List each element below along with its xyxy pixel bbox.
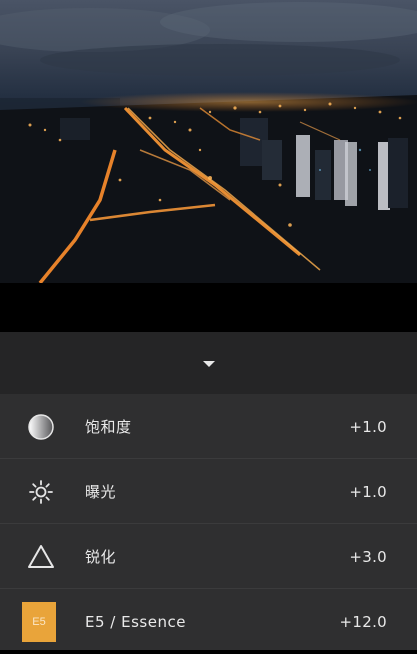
exposure-icon [26, 477, 56, 507]
adjustment-value: +12.0 [339, 612, 387, 631]
adjustment-row-exposure[interactable]: 曝光 +1.0 [0, 459, 417, 524]
sharpen-icon [26, 542, 56, 572]
photo-preview [0, 0, 417, 283]
adjustment-row-preset[interactable]: E5 E5 / Essence +12.0 [0, 589, 417, 654]
city-night-image [0, 0, 417, 283]
adjustment-row-saturation[interactable]: 饱和度 +1.0 [0, 394, 417, 459]
adjustment-label: 饱和度 [85, 418, 132, 436]
adjustment-row-sharpen[interactable]: 锐化 +3.0 [0, 524, 417, 589]
adjustment-label: 锐化 [85, 548, 117, 566]
adjustment-panel: 饱和度 +1.0 曝光 +1.0 锐化 +3.0 E5 E5 / Essence… [0, 394, 417, 650]
chevron-down-icon [202, 360, 215, 367]
collapse-panel-button[interactable] [0, 332, 417, 394]
preset-badge: E5 [22, 601, 56, 642]
saturation-icon [26, 412, 56, 442]
adjustment-label: 曝光 [85, 483, 117, 501]
adjustment-value: +1.0 [349, 482, 387, 501]
adjustment-value: +3.0 [349, 547, 387, 566]
adjustment-value: +1.0 [349, 417, 387, 436]
image-bottom-band [0, 283, 417, 332]
adjustment-label: E5 / Essence [85, 612, 186, 631]
preset-badge-text: E5 [22, 601, 56, 642]
